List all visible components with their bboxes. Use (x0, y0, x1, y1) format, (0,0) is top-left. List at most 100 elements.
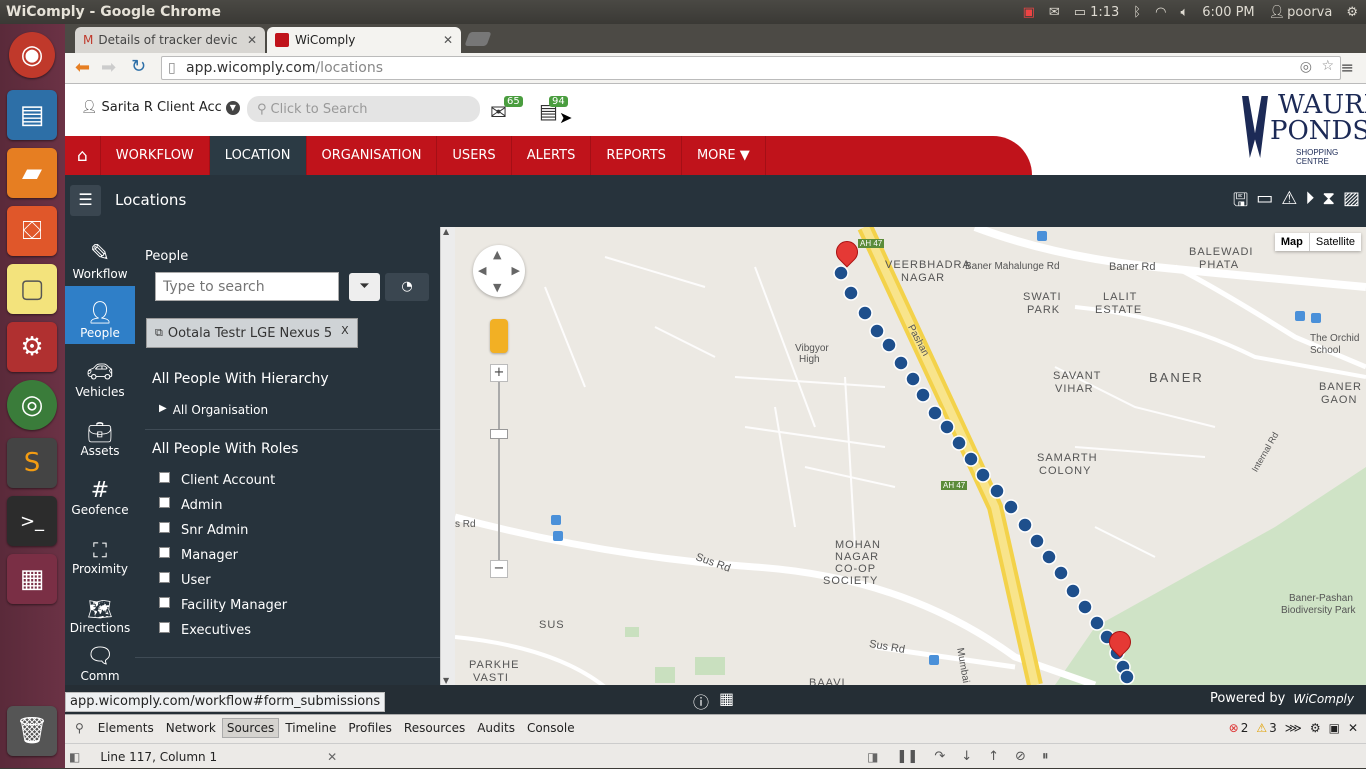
nav-users[interactable]: USERS (437, 136, 512, 175)
sublime-icon[interactable]: S (7, 438, 57, 488)
role-admin[interactable]: Admin (141, 493, 431, 518)
devtools-tab[interactable]: Elements (92, 721, 160, 735)
nav-location[interactable]: LOCATION (209, 136, 307, 175)
checkbox[interactable] (159, 547, 170, 558)
ruler-icon[interactable]: ▭ (1256, 188, 1273, 218)
rail-vehicles[interactable]: 🚗︎ Vehicles (65, 345, 135, 403)
back-icon[interactable]: ⬅ (75, 57, 90, 78)
reload-icon[interactable]: ↻ (131, 56, 146, 77)
bluetooth-icon[interactable]: ᛒ (1133, 5, 1141, 20)
role-client-account[interactable]: Client Account (141, 468, 431, 493)
pause-on-exceptions-icon[interactable]: ⏸︎ (1042, 749, 1049, 764)
zoom-slider-track[interactable] (498, 382, 500, 560)
warning-count[interactable]: 3 (1269, 721, 1277, 735)
mail-indicator-icon[interactable]: ✉ (1049, 5, 1060, 20)
error-icon[interactable]: ⊗ (1229, 721, 1239, 735)
clock[interactable]: 6:00 PM (1202, 5, 1254, 20)
pause-icon[interactable]: ❚❚ (897, 749, 919, 764)
scroll-up-icon[interactable]: ▲ (443, 227, 449, 236)
dock-icon[interactable]: ▣ (1329, 721, 1340, 735)
location-icon[interactable]: ◎ (1300, 59, 1312, 75)
role-user[interactable]: User (141, 568, 431, 593)
save-icon[interactable]: 🖫︎ (1233, 188, 1248, 218)
scroll-down-icon[interactable]: ▼ (443, 676, 449, 685)
account-menu[interactable]: 👤︎ Sarita R Client Acc ▼ (81, 100, 240, 115)
role-executives[interactable]: Executives (141, 618, 431, 643)
settings-icon[interactable]: ⚙ (7, 322, 57, 372)
tab-wicomply[interactable]: WiComply ✕ (267, 27, 461, 53)
tasks-button[interactable]: ▤ 94 (539, 96, 568, 123)
nav-alerts[interactable]: ALERTS (512, 136, 592, 175)
hourglass-icon[interactable]: ⧗ (1322, 188, 1335, 218)
devtools-tab[interactable]: Timeline (279, 721, 342, 735)
chip-close-icon[interactable]: X (341, 324, 349, 337)
nav-organisation[interactable]: ORGANISATION (307, 136, 438, 175)
zoom-slider-thumb[interactable] (490, 429, 508, 439)
role-facility-manager[interactable]: Facility Manager (141, 593, 431, 618)
writer-icon[interactable]: ▤ (7, 90, 57, 140)
user-name[interactable]: poorva (1287, 5, 1332, 20)
chrome-menu-icon[interactable]: ≡ (1341, 58, 1354, 77)
devtools-tab[interactable]: Network (160, 721, 222, 735)
deactivate-breakpoints-icon[interactable]: ⊘ (1015, 749, 1026, 764)
step-over-icon[interactable]: ↷ (934, 749, 945, 764)
forward-icon[interactable]: ➡ (101, 57, 116, 78)
role-snr-admin[interactable]: Snr Admin (141, 518, 431, 543)
devtools-tab[interactable]: Sources (221, 718, 280, 738)
wifi-icon[interactable]: ◠ (1155, 5, 1166, 20)
ubuntu-logo-icon[interactable]: ◉ (9, 32, 55, 78)
warning-icon[interactable]: ⚠ (1256, 721, 1267, 735)
pan-left-icon[interactable]: ◀ (478, 264, 486, 277)
warning-icon[interactable]: ⚠︎ (1281, 188, 1297, 218)
rail-comm[interactable]: 🗨︎ Comm (65, 640, 135, 690)
rail-assets[interactable]: 💼︎ Assets (65, 404, 135, 462)
checkbox[interactable] (159, 622, 170, 633)
rail-directions[interactable]: 🗺︎ Directions (65, 581, 135, 639)
address-bar[interactable]: ▯ app.wicomply.com/locations ◎ ☆ (161, 56, 1341, 80)
grid-icon[interactable]: ▦ (719, 689, 734, 713)
nav-more[interactable]: MORE ▼ (682, 136, 766, 175)
global-search[interactable]: ⚲ Click to Search (247, 96, 480, 122)
checkbox[interactable] (159, 472, 170, 483)
trash-icon[interactable]: 🗑︎ (7, 706, 57, 756)
battery-time[interactable]: 1:13 (1090, 5, 1119, 20)
tab-gmail[interactable]: M Details of tracker device ✕ (75, 27, 265, 53)
nav-workflow[interactable]: WORKFLOW (101, 136, 210, 175)
role-manager[interactable]: Manager (141, 543, 431, 568)
devtools-tab[interactable]: Audits (471, 721, 521, 735)
devtools-tab[interactable]: Resources (398, 721, 471, 735)
zoom-out-button[interactable]: − (490, 560, 508, 578)
devtools-settings-icon[interactable]: ⚙ (1310, 721, 1321, 735)
chart-icon[interactable]: ▨ (1343, 188, 1360, 218)
people-search-input[interactable] (155, 272, 339, 301)
mail-button[interactable]: ✉ 65 (490, 96, 523, 124)
panel-scrollbar[interactable]: ▲ ▼ (440, 227, 455, 685)
map-type-satellite[interactable]: Satellite (1310, 233, 1361, 251)
close-file-icon[interactable]: ✕ (327, 750, 337, 764)
rail-geofence[interactable]: # Geofence (65, 463, 135, 521)
network-warning-icon[interactable]: ▣ (1023, 5, 1035, 20)
hierarchy-item[interactable]: ▶ All Organisation (159, 403, 268, 417)
debugger-sidebar-icon[interactable]: ◨ (867, 750, 878, 764)
rail-proximity[interactable]: ⛶ Proximity (65, 522, 135, 580)
play-icon[interactable]: ⏵︎ (1305, 188, 1314, 218)
terminal-icon[interactable]: >_ (7, 496, 57, 546)
close-devtools-icon[interactable]: ✕ (1348, 721, 1358, 735)
filter-button[interactable]: ⏷ (349, 273, 380, 301)
close-tab-icon[interactable]: ✕ (247, 33, 257, 47)
nav-reports[interactable]: REPORTS (591, 136, 682, 175)
rail-workflow[interactable]: ✎ Workflow (65, 227, 135, 285)
error-count[interactable]: 2 (1241, 721, 1249, 735)
pan-right-icon[interactable]: ▶ (512, 264, 520, 277)
checkbox[interactable] (159, 597, 170, 608)
battery-icon[interactable]: ▭ (1074, 5, 1086, 20)
devtools-search-icon[interactable]: ⚲ (75, 721, 84, 735)
map-pan-control[interactable]: ▲ ◀ ▶ ▼ (473, 245, 525, 297)
power-gear-icon[interactable]: ⚙ (1346, 5, 1358, 20)
rail-people[interactable]: 👤︎ People (65, 286, 135, 344)
files-icon[interactable]: ▰ (7, 148, 57, 198)
software-center-icon[interactable]: ⛋ (7, 206, 57, 256)
workspace-switcher-icon[interactable]: ▦ (7, 554, 57, 604)
volume-icon[interactable]: 🔈︎ (1180, 5, 1188, 20)
map-view[interactable]: Baner Rd Baner Mahalunge Rd VEERBHADRA N… (455, 227, 1366, 685)
